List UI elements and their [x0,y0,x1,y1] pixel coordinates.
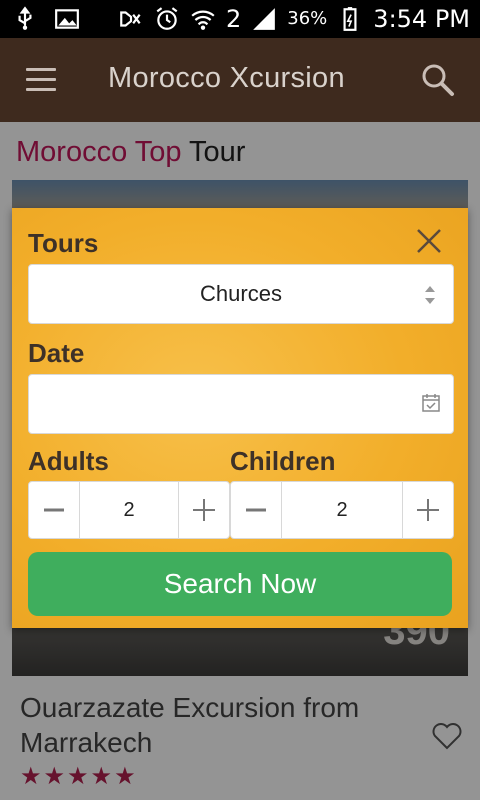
mute-icon [120,11,141,27]
signal-icon [253,8,276,30]
date-label: Date [28,338,85,368]
plus-icon [193,499,215,521]
alarm-icon [156,7,178,30]
search-now-button[interactable]: Search Now [28,552,452,616]
sim-slot-indicator: 2 [226,5,242,33]
adults-stepper: 2 [28,481,230,539]
calendar-icon[interactable] [421,393,441,413]
app-title: Morocco Xcursion [108,62,345,94]
app-bar: Morocco Xcursion [0,38,480,122]
children-stepper: 2 [230,481,454,539]
battery-percentage: 36% [287,8,328,29]
image-icon [55,9,79,29]
tours-select[interactable]: Churces [28,264,454,324]
date-field[interactable] [28,374,454,434]
tours-label: Tours [28,228,99,258]
children-label: Children [230,446,336,476]
children-count-input[interactable]: 2 [281,482,403,538]
select-arrows-icon [425,286,435,304]
minus-icon [44,508,64,512]
adults-increment-button[interactable] [179,482,229,538]
adults-count-input[interactable]: 2 [79,482,179,538]
adults-decrement-button[interactable] [29,482,79,538]
clock: 3:54 PM [373,5,470,33]
usb-icon [18,6,32,30]
children-increment-button[interactable] [403,482,453,538]
tours-select-value: Churces [200,281,282,306]
adults-label: Adults [28,446,109,476]
tour-search-dialog: Tours Churces Date Adults Children 2 2 S… [12,208,468,628]
battery-icon [343,7,357,31]
search-icon[interactable] [420,62,456,98]
children-decrement-button[interactable] [231,482,281,538]
close-icon[interactable] [414,226,444,256]
plus-icon [417,499,439,521]
wifi-icon [191,10,215,30]
minus-icon [246,508,266,512]
status-bar: 2 36% 3:54 PM [0,0,480,38]
hamburger-icon[interactable] [26,68,56,92]
